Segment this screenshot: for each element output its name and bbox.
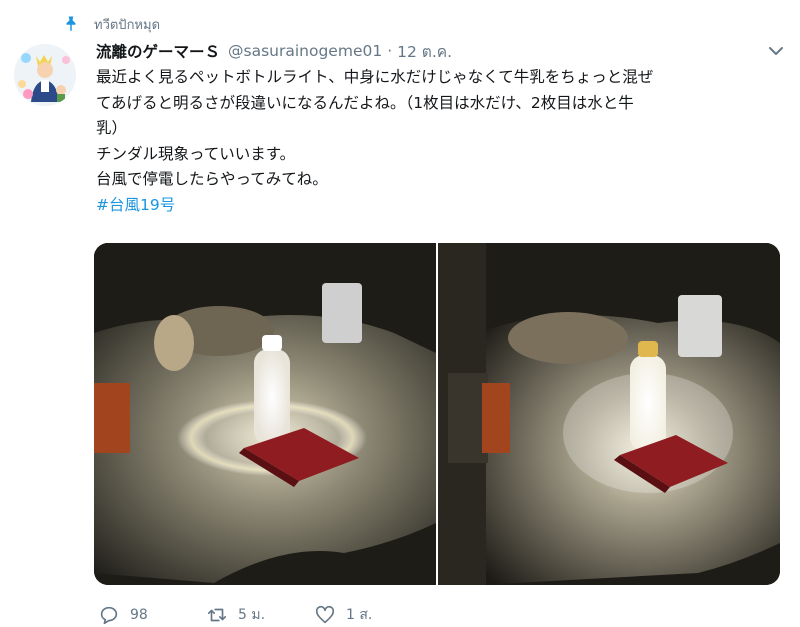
tweet-text-line: てあげると明るさが段違いになるんだよね。（1枚目は水だけ、2枚目は水と牛 (96, 93, 634, 112)
pinned-indicator: ทวีตปักหมุด (62, 14, 160, 34)
tweet-text-line: 台風で停電したらやってみてね。 (96, 170, 328, 188)
reply-button[interactable]: 98 (98, 604, 206, 626)
tweet-text: 最近よく見るペットボトルライト、中身に水だけじゃなくて牛乳をちょっと混ぜ てあげ… (96, 65, 786, 218)
chevron-down-icon[interactable] (766, 41, 786, 61)
like-count: 1 ส. (346, 607, 373, 623)
tweet-timestamp[interactable]: 12 ต.ค. (397, 39, 452, 64)
reply-count: 98 (130, 607, 148, 623)
tweet-text-line: チンダル現象っていいます。 (96, 144, 296, 163)
display-name[interactable]: 流離のゲーマーＳ (96, 40, 220, 62)
like-button[interactable]: 1 ส. (314, 604, 372, 626)
retweet-icon (207, 608, 227, 622)
reply-icon (100, 606, 118, 625)
photo-water-only[interactable] (94, 243, 436, 585)
separator-dot: · (387, 42, 393, 60)
avatar[interactable] (14, 44, 76, 106)
heart-icon (315, 605, 335, 624)
photo-water-and-milk[interactable] (438, 243, 780, 585)
pin-icon (66, 16, 76, 32)
tweet-text-line: 乳） (96, 119, 128, 137)
pinned-label: ทวีตปักหมุด (94, 17, 161, 33)
user-handle[interactable]: @sasurainogeme01 (228, 42, 382, 60)
tweet-actions: 98 5 ม. 1 ส. (98, 604, 372, 626)
tweet-header: 流離のゲーマーＳ @sasurainogeme01 · 12 ต.ค. (96, 38, 786, 64)
tweet-text-line: 最近よく見るペットボトルライト、中身に水だけじゃなくて牛乳をちょっと混ぜ (96, 68, 654, 86)
retweet-button[interactable]: 5 ม. (206, 604, 314, 626)
retweet-count: 5 ม. (238, 607, 266, 623)
hashtag-link[interactable]: #台風19号 (96, 193, 786, 219)
media-grid (94, 243, 780, 585)
